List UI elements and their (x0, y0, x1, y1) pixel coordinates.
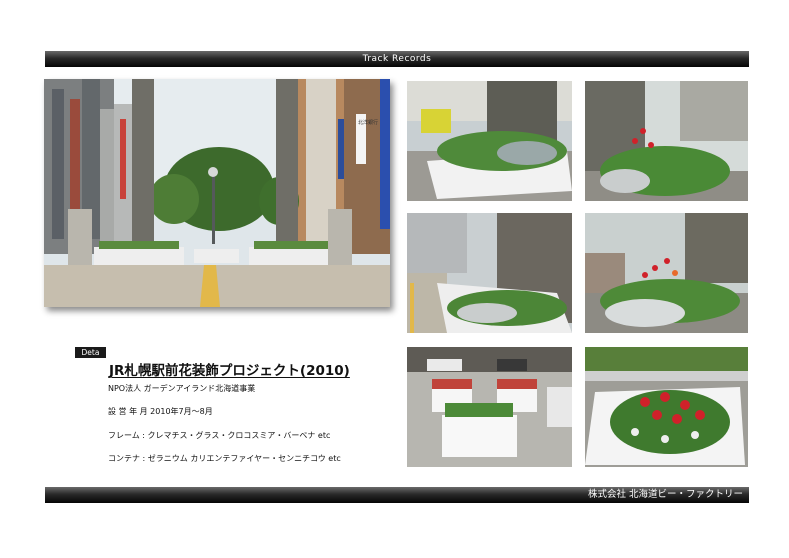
header-title: Track Records (362, 54, 432, 64)
data-badge: Deta (75, 347, 106, 358)
planter-photo-6 (585, 347, 748, 467)
header-bar: Track Records (45, 51, 749, 67)
footer-bar: 株式会社 北海道ビー・ファクトリー (45, 487, 749, 503)
planter-photo-2 (585, 81, 748, 201)
frame-plants-text: フレーム : クレマチス・グラス・クロコスミア・バーベナ etc (108, 431, 331, 440)
planter-photo-1 (407, 81, 572, 201)
planter-photo-3 (407, 213, 572, 333)
project-title: JR札幌駅前花装飾プロジェクト(2010) (109, 363, 350, 379)
planter-photo-5 (407, 347, 572, 467)
company-name: 株式会社 北海道ビー・ファクトリー (587, 489, 743, 500)
bank-sign-text: 北洋銀行 (358, 119, 378, 126)
planter-photo-4 (585, 213, 748, 333)
organizer-text: NPO法人 ガーデンアイランド北海道事業 (108, 384, 256, 393)
period-text: 設 営 年 月 2010年7月～8月 (108, 407, 213, 416)
main-street-photo: 北洋銀行 (44, 79, 390, 307)
container-plants-text: コンテナ : ゼラニウム カリエンテファイヤー・センニチコウ etc (108, 454, 341, 463)
